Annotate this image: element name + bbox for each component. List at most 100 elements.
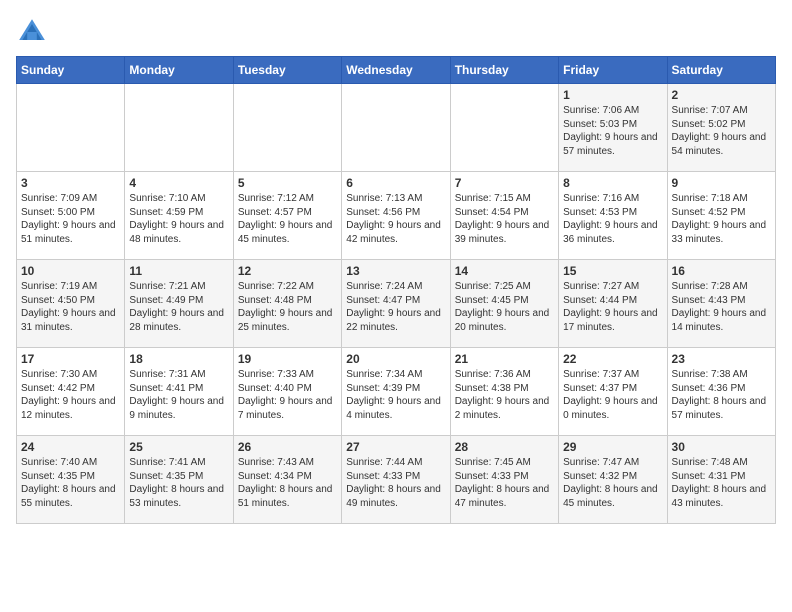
day-cell: 29Sunrise: 7:47 AM Sunset: 4:32 PM Dayli…: [559, 436, 667, 524]
day-info: Sunrise: 7:13 AM Sunset: 4:56 PM Dayligh…: [346, 192, 445, 246]
day-number: 5: [238, 176, 337, 190]
day-number: 17: [21, 352, 120, 366]
day-info: Sunrise: 7:36 AM Sunset: 4:38 PM Dayligh…: [455, 368, 554, 422]
day-number: 4: [129, 176, 228, 190]
header-row: SundayMondayTuesdayWednesdayThursdayFrid…: [17, 57, 776, 84]
day-cell: 16Sunrise: 7:28 AM Sunset: 4:43 PM Dayli…: [667, 260, 775, 348]
day-info: Sunrise: 7:24 AM Sunset: 4:47 PM Dayligh…: [346, 280, 445, 334]
day-cell: [125, 84, 233, 172]
day-number: 6: [346, 176, 445, 190]
day-number: 7: [455, 176, 554, 190]
day-info: Sunrise: 7:40 AM Sunset: 4:35 PM Dayligh…: [21, 456, 120, 510]
week-row-3: 17 Sunrise: 7:30 AM Sunset: 4:42 PM Dayli…: [17, 348, 776, 436]
day-info: Sunrise: 7:19 AM Sunset: 4:50 PM Dayligh…: [21, 280, 120, 334]
day-info: Sunrise: 7:38 AM Sunset: 4:36 PM Dayligh…: [672, 368, 771, 422]
day-cell: 8 Sunrise: 7:16 AM Sunset: 4:53 PM Daylig…: [559, 172, 667, 260]
day-info: Sunrise: 7:31 AM Sunset: 4:41 PM Dayligh…: [129, 368, 228, 422]
day-cell: 30Sunrise: 7:48 AM Sunset: 4:31 PM Dayli…: [667, 436, 775, 524]
day-cell: 4 Sunrise: 7:10 AM Sunset: 4:59 PM Daylig…: [125, 172, 233, 260]
day-info: Sunrise: 7:37 AM Sunset: 4:37 PM Dayligh…: [563, 368, 662, 422]
day-info: Sunrise: 7:10 AM Sunset: 4:59 PM Dayligh…: [129, 192, 228, 246]
day-info: Sunrise: 7:43 AM Sunset: 4:34 PM Dayligh…: [238, 456, 337, 510]
day-cell: 1Sunrise: 7:06 AM Sunset: 5:03 PM Daylig…: [559, 84, 667, 172]
day-cell: [342, 84, 450, 172]
col-header-tuesday: Tuesday: [233, 57, 341, 84]
day-cell: 28 Sunrise: 7:45 AM Sunset: 4:33 PM Dayli…: [450, 436, 558, 524]
day-info: Sunrise: 7:25 AM Sunset: 4:45 PM Dayligh…: [455, 280, 554, 334]
col-header-saturday: Saturday: [667, 57, 775, 84]
day-number: 8: [563, 176, 662, 190]
day-number: 22: [563, 352, 662, 366]
day-number: 28: [455, 440, 554, 454]
day-info: Sunrise: 7:27 AM Sunset: 4:44 PM Dayligh…: [563, 280, 662, 334]
day-info: Sunrise: 7:45 AM Sunset: 4:33 PM Dayligh…: [455, 456, 554, 510]
day-number: 24: [21, 440, 120, 454]
day-number: 19: [238, 352, 337, 366]
calendar-table: SundayMondayTuesdayWednesdayThursdayFrid…: [16, 56, 776, 524]
col-header-thursday: Thursday: [450, 57, 558, 84]
day-number: 18: [129, 352, 228, 366]
day-cell: 9 Sunrise: 7:18 AM Sunset: 4:52 PM Daylig…: [667, 172, 775, 260]
day-number: 27: [346, 440, 445, 454]
day-cell: 18 Sunrise: 7:31 AM Sunset: 4:41 PM Dayli…: [125, 348, 233, 436]
day-number: 25: [129, 440, 228, 454]
day-number: 11: [129, 264, 228, 278]
day-number: 30: [672, 440, 771, 454]
day-cell: 15 Sunrise: 7:27 AM Sunset: 4:44 PM Dayli…: [559, 260, 667, 348]
day-cell: 3Sunrise: 7:09 AM Sunset: 5:00 PM Daylig…: [17, 172, 125, 260]
day-cell: 12 Sunrise: 7:22 AM Sunset: 4:48 PM Dayli…: [233, 260, 341, 348]
day-info: Sunrise: 7:16 AM Sunset: 4:53 PM Dayligh…: [563, 192, 662, 246]
day-cell: 21 Sunrise: 7:36 AM Sunset: 4:38 PM Dayli…: [450, 348, 558, 436]
day-info: Sunrise: 7:30 AM Sunset: 4:42 PM Dayligh…: [21, 368, 120, 422]
day-info: Sunrise: 7:44 AM Sunset: 4:33 PM Dayligh…: [346, 456, 445, 510]
day-cell: 6 Sunrise: 7:13 AM Sunset: 4:56 PM Daylig…: [342, 172, 450, 260]
day-number: 20: [346, 352, 445, 366]
col-header-sunday: Sunday: [17, 57, 125, 84]
logo-icon: [16, 16, 48, 48]
day-cell: 20 Sunrise: 7:34 AM Sunset: 4:39 PM Dayli…: [342, 348, 450, 436]
day-info: Sunrise: 7:07 AM Sunset: 5:02 PM Dayligh…: [672, 104, 771, 158]
day-info: Sunrise: 7:06 AM Sunset: 5:03 PM Dayligh…: [563, 104, 662, 158]
day-number: 26: [238, 440, 337, 454]
day-info: Sunrise: 7:21 AM Sunset: 4:49 PM Dayligh…: [129, 280, 228, 334]
day-info: Sunrise: 7:28 AM Sunset: 4:43 PM Dayligh…: [672, 280, 771, 334]
day-info: Sunrise: 7:41 AM Sunset: 4:35 PM Dayligh…: [129, 456, 228, 510]
day-number: 15: [563, 264, 662, 278]
day-info: Sunrise: 7:12 AM Sunset: 4:57 PM Dayligh…: [238, 192, 337, 246]
week-row-0: 1Sunrise: 7:06 AM Sunset: 5:03 PM Daylig…: [17, 84, 776, 172]
day-info: Sunrise: 7:33 AM Sunset: 4:40 PM Dayligh…: [238, 368, 337, 422]
day-info: Sunrise: 7:18 AM Sunset: 4:52 PM Dayligh…: [672, 192, 771, 246]
day-info: Sunrise: 7:22 AM Sunset: 4:48 PM Dayligh…: [238, 280, 337, 334]
day-cell: 13 Sunrise: 7:24 AM Sunset: 4:47 PM Dayli…: [342, 260, 450, 348]
day-number: 21: [455, 352, 554, 366]
day-cell: 11 Sunrise: 7:21 AM Sunset: 4:49 PM Dayli…: [125, 260, 233, 348]
day-number: 14: [455, 264, 554, 278]
day-number: 13: [346, 264, 445, 278]
day-cell: 17 Sunrise: 7:30 AM Sunset: 4:42 PM Dayli…: [17, 348, 125, 436]
day-cell: 22 Sunrise: 7:37 AM Sunset: 4:37 PM Dayli…: [559, 348, 667, 436]
day-cell: [17, 84, 125, 172]
week-row-4: 24 Sunrise: 7:40 AM Sunset: 4:35 PM Dayli…: [17, 436, 776, 524]
week-row-2: 10Sunrise: 7:19 AM Sunset: 4:50 PM Dayli…: [17, 260, 776, 348]
day-cell: 2 Sunrise: 7:07 AM Sunset: 5:02 PM Daylig…: [667, 84, 775, 172]
day-cell: [450, 84, 558, 172]
day-number: 2: [672, 88, 771, 102]
day-number: 3: [21, 176, 120, 190]
day-number: 9: [672, 176, 771, 190]
header: [16, 16, 776, 48]
day-info: Sunrise: 7:15 AM Sunset: 4:54 PM Dayligh…: [455, 192, 554, 246]
day-cell: 27 Sunrise: 7:44 AM Sunset: 4:33 PM Dayli…: [342, 436, 450, 524]
logo: [16, 16, 52, 48]
day-cell: 19 Sunrise: 7:33 AM Sunset: 4:40 PM Dayli…: [233, 348, 341, 436]
day-cell: 5 Sunrise: 7:12 AM Sunset: 4:57 PM Daylig…: [233, 172, 341, 260]
day-info: Sunrise: 7:34 AM Sunset: 4:39 PM Dayligh…: [346, 368, 445, 422]
day-info: Sunrise: 7:47 AM Sunset: 4:32 PM Dayligh…: [563, 456, 662, 510]
day-cell: 10Sunrise: 7:19 AM Sunset: 4:50 PM Dayli…: [17, 260, 125, 348]
day-number: 12: [238, 264, 337, 278]
day-cell: [233, 84, 341, 172]
col-header-friday: Friday: [559, 57, 667, 84]
day-cell: 26 Sunrise: 7:43 AM Sunset: 4:34 PM Dayli…: [233, 436, 341, 524]
day-number: 23: [672, 352, 771, 366]
col-header-wednesday: Wednesday: [342, 57, 450, 84]
day-cell: 23 Sunrise: 7:38 AM Sunset: 4:36 PM Dayli…: [667, 348, 775, 436]
